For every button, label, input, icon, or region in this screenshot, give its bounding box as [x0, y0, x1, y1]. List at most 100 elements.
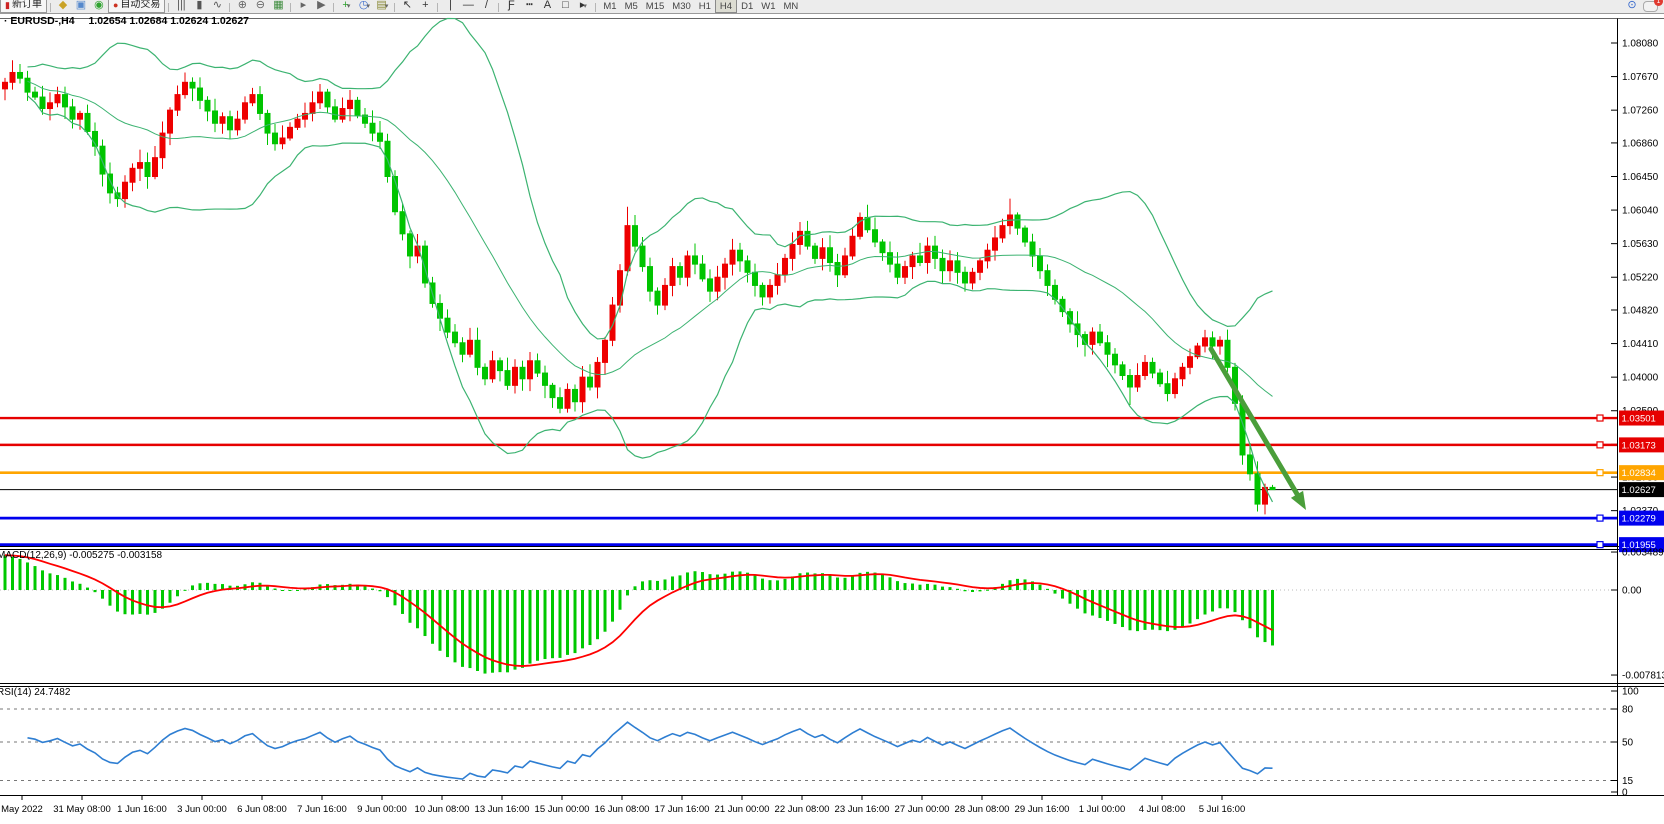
zoom-out-icon[interactable]: ⊖: [251, 0, 269, 13]
candle[interactable]: [775, 275, 780, 286]
candle[interactable]: [280, 138, 285, 144]
candle[interactable]: [213, 111, 218, 123]
candle[interactable]: [633, 226, 638, 246]
candle[interactable]: [310, 103, 315, 114]
candle[interactable]: [198, 88, 203, 100]
candle[interactable]: [670, 267, 675, 286]
notifications-icon[interactable]: 1: [1643, 1, 1658, 12]
candle[interactable]: [70, 107, 75, 119]
candle[interactable]: [513, 367, 518, 385]
candle[interactable]: [1030, 242, 1035, 256]
candle[interactable]: [700, 264, 705, 279]
candle[interactable]: [565, 389, 570, 408]
candle[interactable]: [738, 250, 743, 261]
candle[interactable]: [18, 72, 23, 78]
candle[interactable]: [543, 373, 548, 385]
candle[interactable]: [625, 226, 630, 271]
candle[interactable]: [175, 95, 180, 111]
candle[interactable]: [355, 100, 360, 115]
candle[interactable]: [333, 107, 338, 119]
candle[interactable]: [1120, 365, 1125, 376]
candle[interactable]: [378, 133, 383, 141]
candle[interactable]: [318, 92, 323, 103]
chart-shift-icon[interactable]: ▸: [294, 0, 312, 13]
candle[interactable]: [550, 385, 555, 397]
candle[interactable]: [250, 95, 255, 103]
candle[interactable]: [723, 264, 728, 277]
candle[interactable]: [483, 367, 488, 378]
candle[interactable]: [190, 82, 195, 88]
candle[interactable]: [265, 113, 270, 133]
candle[interactable]: [835, 262, 840, 274]
new-order-button[interactable]: ▮新订单: [0, 0, 47, 13]
sell-arrow-head[interactable]: [1291, 491, 1306, 510]
candle[interactable]: [453, 332, 458, 343]
zoom-in-icon[interactable]: ⊕: [233, 0, 251, 13]
candle[interactable]: [745, 261, 750, 272]
candle[interactable]: [640, 246, 645, 266]
candle[interactable]: [468, 340, 473, 354]
timeframe-w1-button[interactable]: W1: [757, 0, 779, 13]
timeframe-m15-button[interactable]: M15: [642, 0, 668, 13]
candle[interactable]: [325, 92, 330, 107]
line-chart-mode-icon[interactable]: ∿: [208, 0, 226, 13]
tile-windows-icon[interactable]: ▦: [269, 0, 287, 13]
candle[interactable]: [78, 113, 83, 119]
candle[interactable]: [813, 246, 818, 258]
cursor-icon[interactable]: ↖: [398, 0, 416, 13]
line-drag-handle[interactable]: [1597, 442, 1603, 448]
candle[interactable]: [348, 100, 353, 108]
period-clock-icon[interactable]: ◷▾: [355, 0, 373, 13]
line-drag-handle[interactable]: [1597, 470, 1603, 476]
candle[interactable]: [138, 163, 143, 169]
candle[interactable]: [580, 377, 585, 402]
candle[interactable]: [1000, 226, 1005, 238]
candle[interactable]: [963, 272, 968, 283]
trendline-icon[interactable]: /: [477, 0, 495, 13]
candle[interactable]: [1143, 362, 1148, 375]
candle[interactable]: [903, 267, 908, 278]
candle[interactable]: [535, 361, 540, 373]
candle[interactable]: [925, 246, 930, 262]
candle[interactable]: [1038, 256, 1043, 271]
candle[interactable]: [295, 119, 300, 127]
search-icon[interactable]: ⊙: [1623, 0, 1641, 13]
candle[interactable]: [25, 78, 30, 92]
candle[interactable]: [1105, 343, 1110, 354]
candle[interactable]: [370, 123, 375, 133]
line-drag-handle[interactable]: [1597, 542, 1603, 548]
signals-icon[interactable]: ◉: [90, 0, 108, 13]
candle[interactable]: [888, 253, 893, 264]
candle[interactable]: [1248, 455, 1253, 474]
candle[interactable]: [528, 361, 533, 379]
candle[interactable]: [895, 264, 900, 277]
candle[interactable]: [993, 238, 998, 250]
candlestick-mode-icon[interactable]: ▮: [190, 0, 208, 13]
candle[interactable]: [753, 272, 758, 285]
candle[interactable]: [1188, 357, 1193, 368]
timeframe-mn-button[interactable]: MN: [779, 0, 802, 13]
candle[interactable]: [1128, 376, 1133, 387]
candle[interactable]: [880, 242, 885, 253]
candle[interactable]: [955, 261, 960, 272]
candle[interactable]: [408, 234, 413, 256]
candle[interactable]: [1270, 487, 1275, 489]
candle[interactable]: [820, 248, 825, 259]
line-drag-handle[interactable]: [1597, 415, 1603, 421]
candle[interactable]: [520, 367, 525, 378]
candle[interactable]: [100, 146, 105, 174]
candle[interactable]: [948, 261, 953, 271]
text-icon[interactable]: A: [538, 0, 556, 13]
candle[interactable]: [168, 110, 173, 133]
candle[interactable]: [10, 72, 15, 82]
candle[interactable]: [918, 256, 923, 263]
candle[interactable]: [1045, 271, 1050, 286]
candle[interactable]: [783, 258, 788, 274]
candle[interactable]: [1135, 376, 1140, 387]
candle[interactable]: [33, 92, 38, 97]
candle[interactable]: [573, 389, 578, 401]
candle[interactable]: [730, 250, 735, 264]
candle[interactable]: [288, 127, 293, 138]
candle[interactable]: [678, 267, 683, 278]
horizontal-line-icon[interactable]: —: [459, 0, 477, 13]
